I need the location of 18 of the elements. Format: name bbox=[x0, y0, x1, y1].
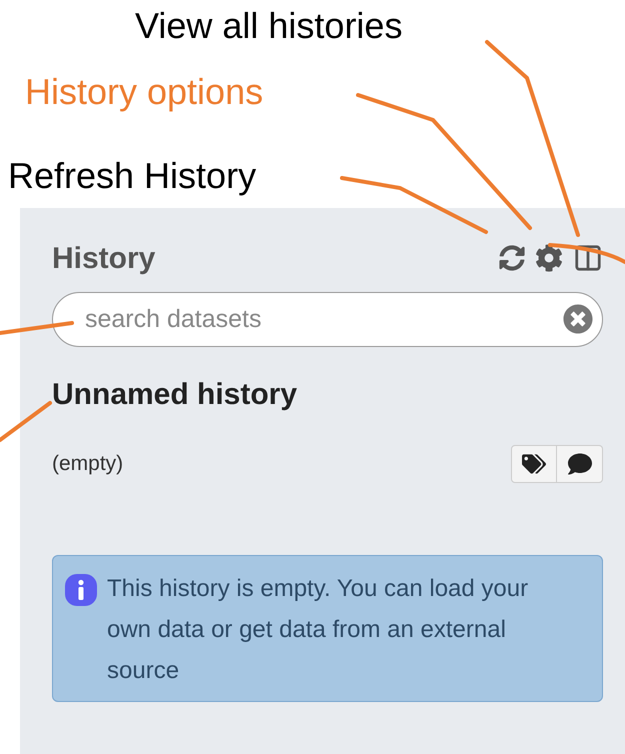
history-name[interactable]: Unnamed history bbox=[52, 373, 603, 417]
callout-label: View all histories bbox=[135, 4, 402, 48]
refresh-icon[interactable] bbox=[499, 245, 525, 271]
tags-icon bbox=[522, 452, 546, 476]
tags-button[interactable] bbox=[511, 445, 557, 483]
panel-title: History bbox=[52, 240, 156, 276]
clear-icon[interactable] bbox=[563, 304, 593, 334]
info-text: This history is empty. You can load your own data or get data from an external source bbox=[107, 574, 530, 686]
settings-icon[interactable] bbox=[535, 244, 563, 272]
columns-icon[interactable] bbox=[573, 243, 603, 273]
info-icon bbox=[65, 574, 97, 606]
comment-icon bbox=[568, 452, 592, 476]
leader-line bbox=[0, 401, 52, 442]
callout-label: Refresh History bbox=[8, 154, 256, 198]
history-size: (empty) bbox=[52, 451, 124, 478]
annotation-button[interactable] bbox=[557, 445, 603, 483]
callout-label: History options bbox=[25, 70, 264, 114]
search-field[interactable]: search datasets bbox=[52, 292, 603, 347]
